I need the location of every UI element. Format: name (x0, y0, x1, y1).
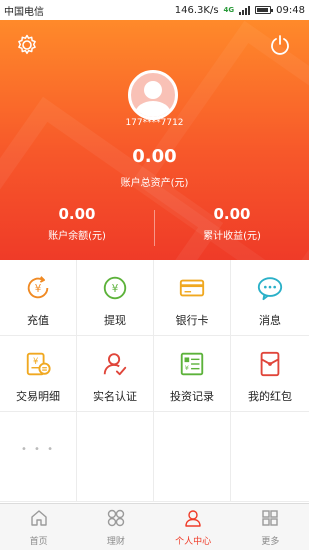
svg-text:¥: ¥ (33, 356, 38, 366)
grid-item-label: 交易明细 (16, 390, 60, 403)
clock: 09:48 (276, 4, 305, 16)
more-dots-icon: • • • (20, 444, 56, 455)
grid-item-recharge[interactable]: ¥ 充值 (0, 260, 77, 336)
carrier-name: 中国电信 (4, 6, 44, 18)
transaction-details-icon: ¥ (24, 350, 52, 378)
grid-empty-cell (77, 412, 154, 502)
grid-item-label: 实名认证 (93, 390, 137, 403)
grid-item-transaction-details[interactable]: ¥ 交易明细 (0, 336, 77, 412)
account-header: 177****7712 0.00 账户总资产(元) 0.00 账户余额(元) 0… (0, 20, 309, 260)
verify-identity-icon (101, 350, 129, 378)
balance-label: 账户余额(元) (48, 231, 106, 242)
total-assets-label: 账户总资产(元) (120, 178, 189, 189)
message-icon (256, 274, 284, 302)
tab-label: 首页 (29, 536, 48, 547)
grid-item-more-placeholder[interactable]: • • • (0, 412, 77, 502)
status-bar: 中国电信 146.3K/s 4G 09:48 (0, 0, 309, 20)
more-icon (260, 508, 280, 532)
tab-user-center[interactable]: 个人中心 (155, 504, 232, 550)
svg-text:¥: ¥ (35, 283, 42, 295)
grid-item-label: 提现 (104, 314, 126, 327)
grid-item-verify-identity[interactable]: 实名认证 (77, 336, 154, 412)
home-icon (29, 508, 49, 532)
recharge-icon: ¥ (24, 274, 52, 302)
grid-item-investment-record[interactable]: ¥ 投资记录 (154, 336, 231, 412)
grid-item-bank-card[interactable]: 银行卡 (154, 260, 231, 336)
withdraw-icon: ¥ (101, 274, 129, 302)
battery-icon (255, 6, 274, 14)
total-assets-value: 0.00 (132, 146, 177, 167)
grid-empty-cell (231, 412, 309, 502)
svg-text:¥: ¥ (112, 283, 119, 295)
grid-item-label: 银行卡 (175, 314, 209, 327)
tab-finance[interactable]: 理财 (77, 504, 154, 550)
grid-item-withdraw[interactable]: ¥ 提现 (77, 260, 154, 336)
status-indicators: 146.3K/s 4G 09:48 (175, 5, 305, 16)
tab-label: 个人中心 (175, 536, 212, 547)
red-envelope-icon (256, 350, 284, 378)
bank-card-icon (178, 274, 206, 302)
balance-section[interactable]: 0.00 账户余额(元) (0, 205, 154, 249)
network-speed: 146.3K/s (174, 4, 219, 16)
svg-text:¥: ¥ (185, 364, 189, 372)
earnings-value: 0.00 (213, 205, 251, 223)
tab-home[interactable]: 首页 (0, 504, 77, 550)
grid-item-label: 投资记录 (170, 390, 214, 403)
balance-value: 0.00 (58, 205, 96, 223)
signal-icon (239, 5, 251, 15)
power-logout-icon[interactable] (267, 32, 293, 58)
network-type-icon: 4G (223, 5, 235, 14)
grid-item-label: 充值 (27, 314, 49, 327)
investment-record-icon: ¥ (178, 350, 206, 378)
user-center-icon (183, 508, 203, 532)
tab-label: 更多 (261, 536, 280, 547)
function-grid: ¥ 充值 ¥ 提现 银行卡 消息 ¥ 交易明细 实名认证 ¥ 投资记录 我的红包… (0, 260, 309, 502)
earnings-section[interactable]: 0.00 累计收益(元) (155, 205, 309, 249)
user-phone: 177****7712 (125, 118, 184, 128)
grid-empty-cell (154, 412, 231, 502)
settings-gear-icon[interactable] (14, 32, 40, 58)
bottom-tab-bar: 首页 理财 个人中心 更多 (0, 503, 309, 550)
grid-item-label: 消息 (259, 314, 281, 327)
tab-more[interactable]: 更多 (232, 504, 309, 550)
grid-item-red-envelope[interactable]: 我的红包 (231, 336, 309, 412)
finance-icon (106, 508, 126, 532)
earnings-label: 累计收益(元) (203, 231, 261, 242)
avatar[interactable] (128, 70, 178, 120)
grid-item-messages[interactable]: 消息 (231, 260, 309, 336)
grid-item-label: 我的红包 (248, 390, 292, 403)
tab-label: 理财 (106, 536, 125, 547)
